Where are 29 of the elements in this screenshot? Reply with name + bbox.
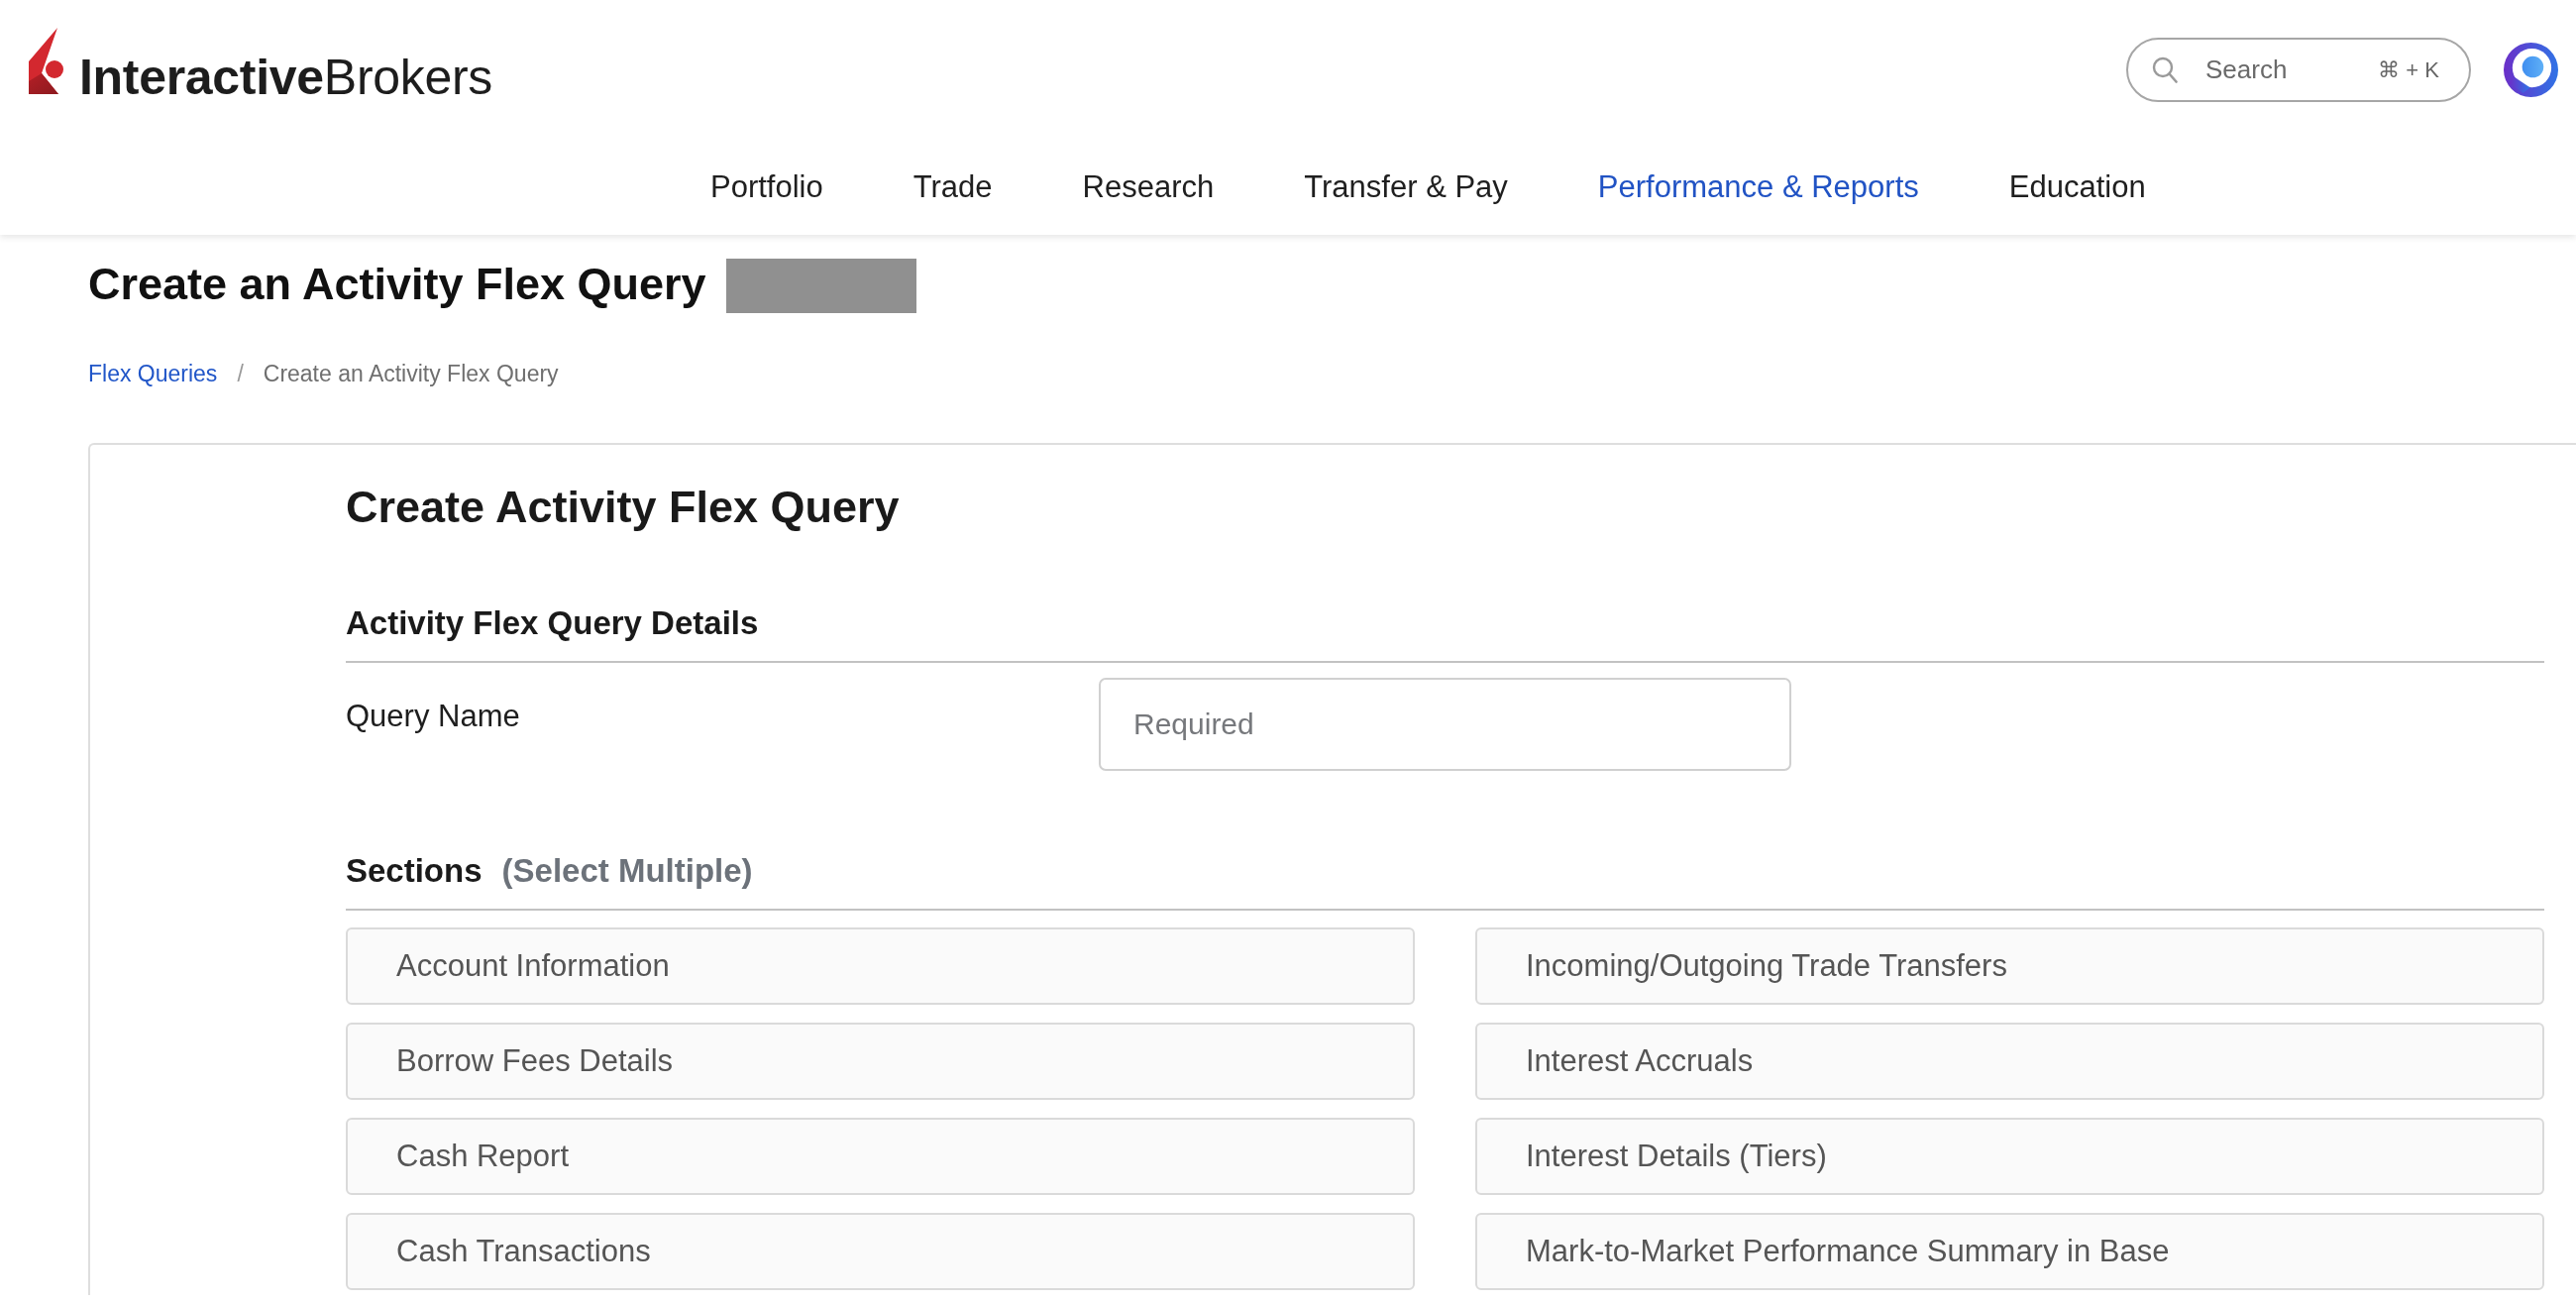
breadcrumb-link[interactable]: Flex Queries [88, 359, 218, 388]
search-icon [2152, 55, 2178, 84]
shortcut-hint: ⌘ + K [2378, 56, 2439, 82]
section-heading: Sections [346, 851, 483, 891]
nav-tab[interactable]: Portfolio [710, 167, 823, 206]
nav-tab[interactable]: Research [1082, 167, 1215, 206]
section-option[interactable]: Borrow Fees Details [346, 1023, 1415, 1100]
text-field[interactable]: Required [1099, 678, 1791, 771]
section-option[interactable]: Interest Details (Tiers) [1475, 1118, 2544, 1195]
nav-tab[interactable]: Performance & Reports [1597, 167, 1919, 206]
section-option[interactable]: Interest Accruals [1475, 1023, 2544, 1100]
section-heading: Activity Flex Query Details [346, 603, 759, 643]
section-option[interactable]: Cash Report [346, 1118, 1415, 1195]
breadcrumb-separator: / [237, 360, 244, 388]
section-option[interactable]: Account Information [346, 927, 1415, 1005]
breadcrumb-current: Create an Activity Flex Query [263, 360, 559, 388]
nav-tab[interactable]: Trade [912, 167, 993, 206]
section-option[interactable]: Incoming/Outgoing Trade Transfers [1475, 927, 2544, 1005]
logo-icon [29, 28, 64, 94]
logo-link[interactable]: InteractiveBrokers [29, 28, 492, 102]
section-option[interactable]: Mark-to-Market Performance Summary in Base [1475, 1213, 2544, 1290]
page-title: Create an Activity Flex Query [88, 258, 706, 310]
field-label: Query Name [346, 699, 520, 733]
profile-icon[interactable] [2504, 42, 2558, 97]
nav-tab[interactable]: Transfer & Pay [1304, 167, 1508, 206]
section-option[interactable]: Cash Transactions [346, 1213, 1415, 1290]
form-title: Create Activity Flex Query [346, 481, 900, 533]
nav-tab[interactable]: Education [2008, 167, 2146, 206]
selection-hint: (Select Multiple) [501, 851, 753, 891]
